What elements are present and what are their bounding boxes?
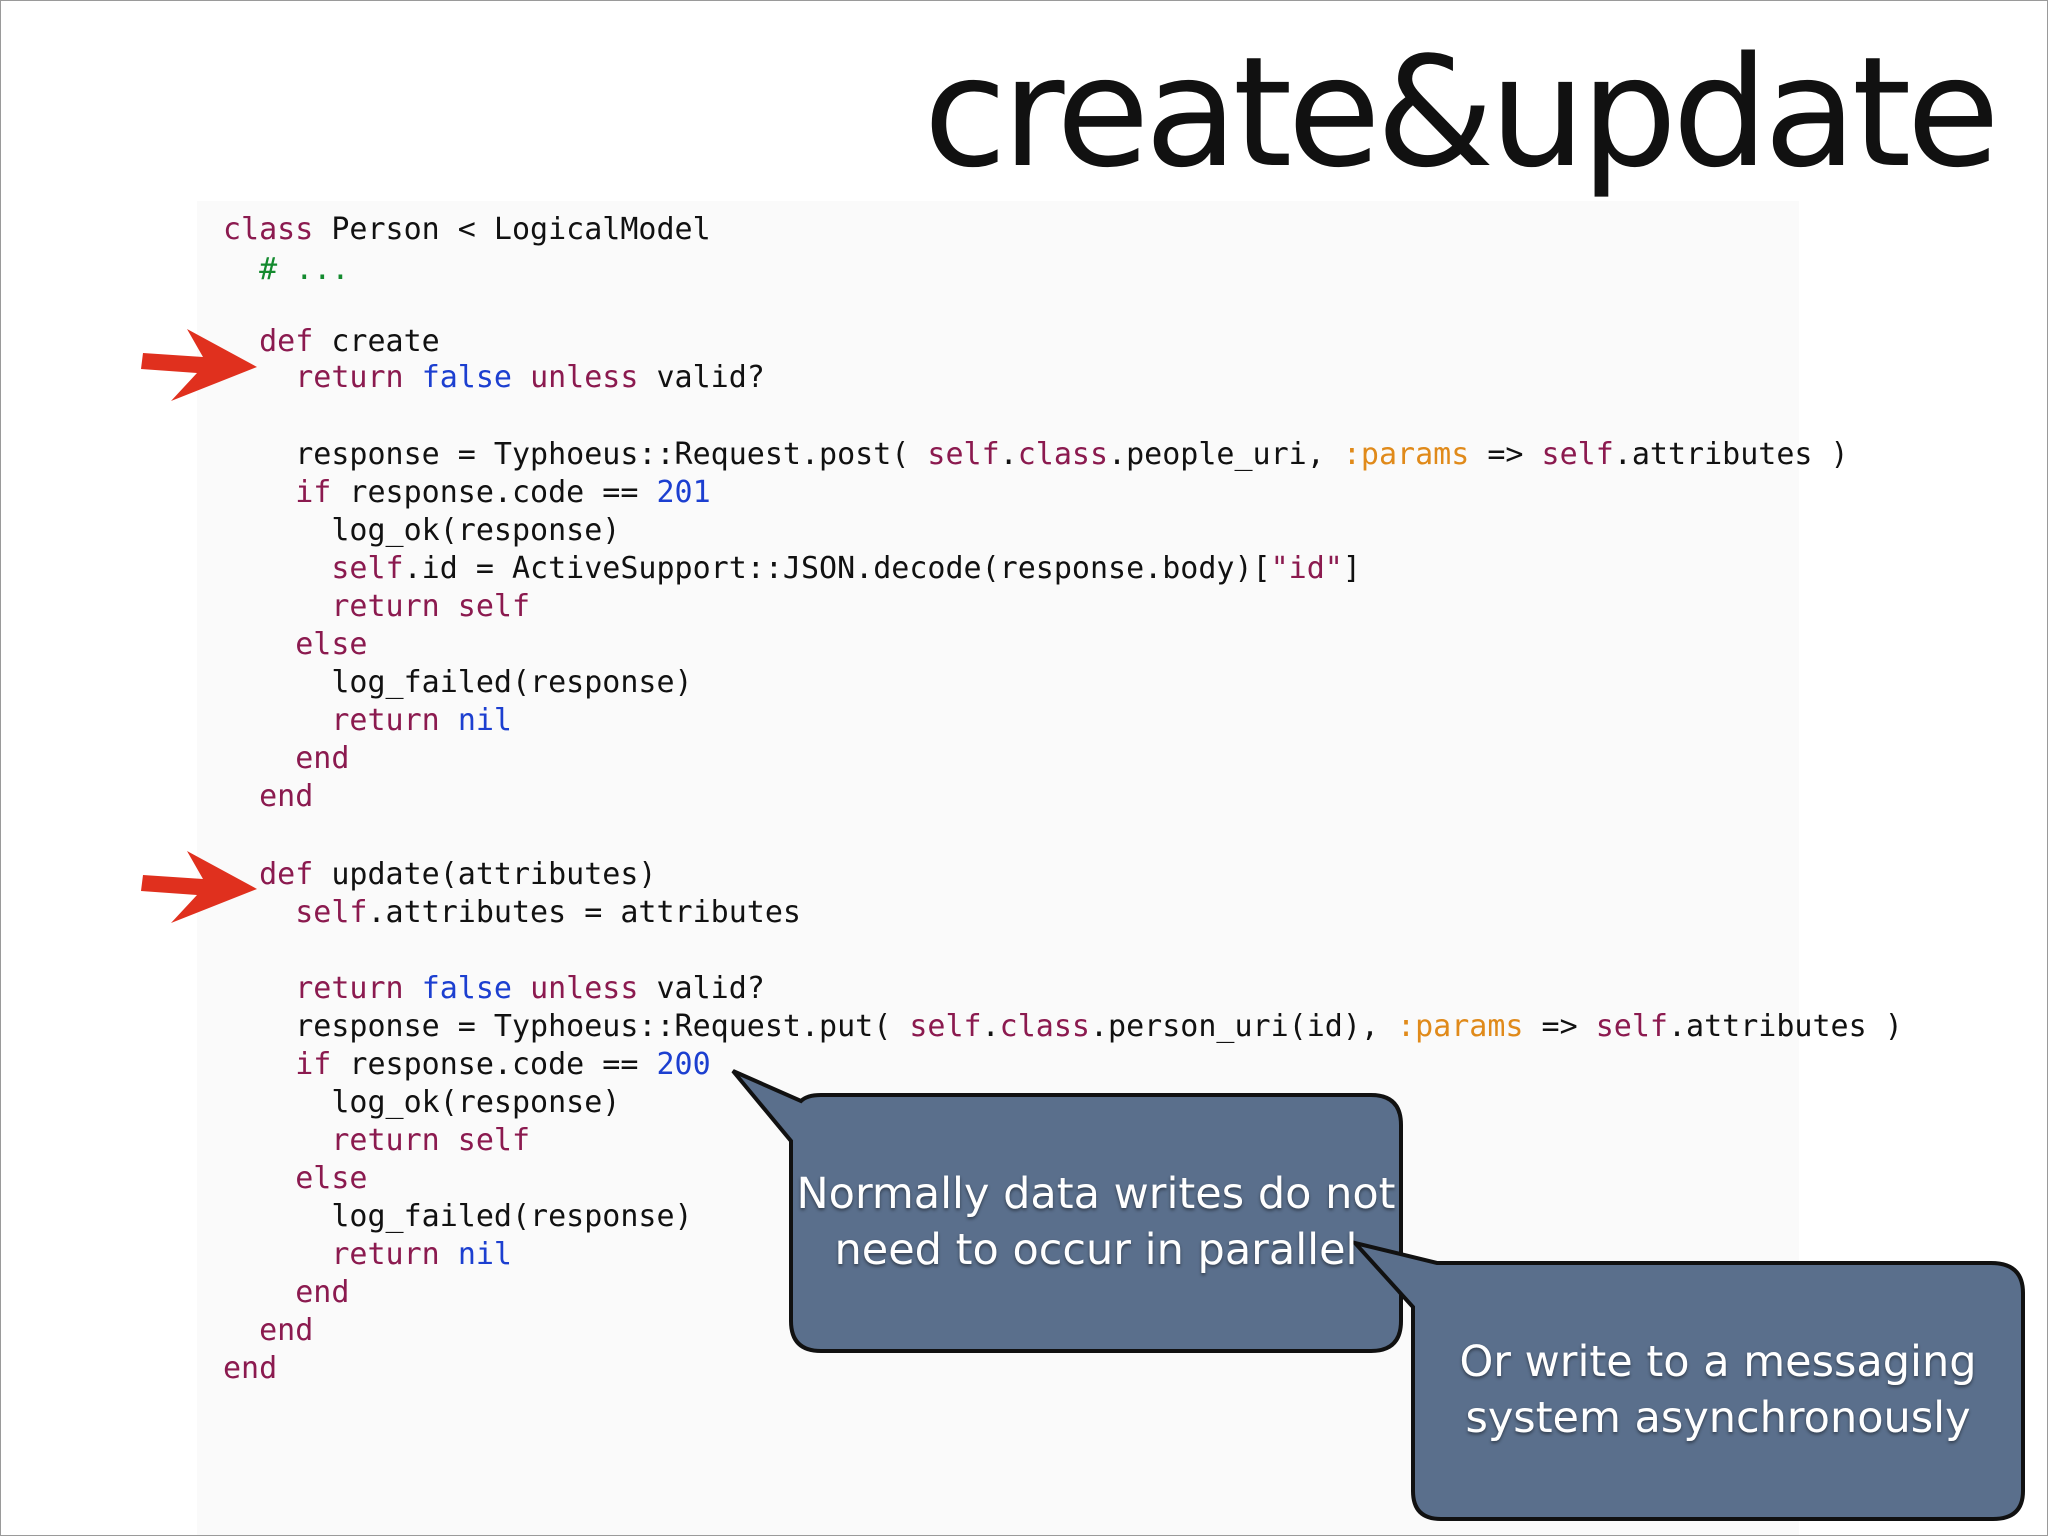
callout-bubbles <box>731 1069 2025 1521</box>
callout-text-2: Or write to a messaging system asynchron… <box>1459 1337 1977 1443</box>
callout-text-1: Normally data writes do not need to occu… <box>796 1169 1396 1275</box>
slide: create&update class Person < LogicalMode… <box>0 0 2048 1536</box>
